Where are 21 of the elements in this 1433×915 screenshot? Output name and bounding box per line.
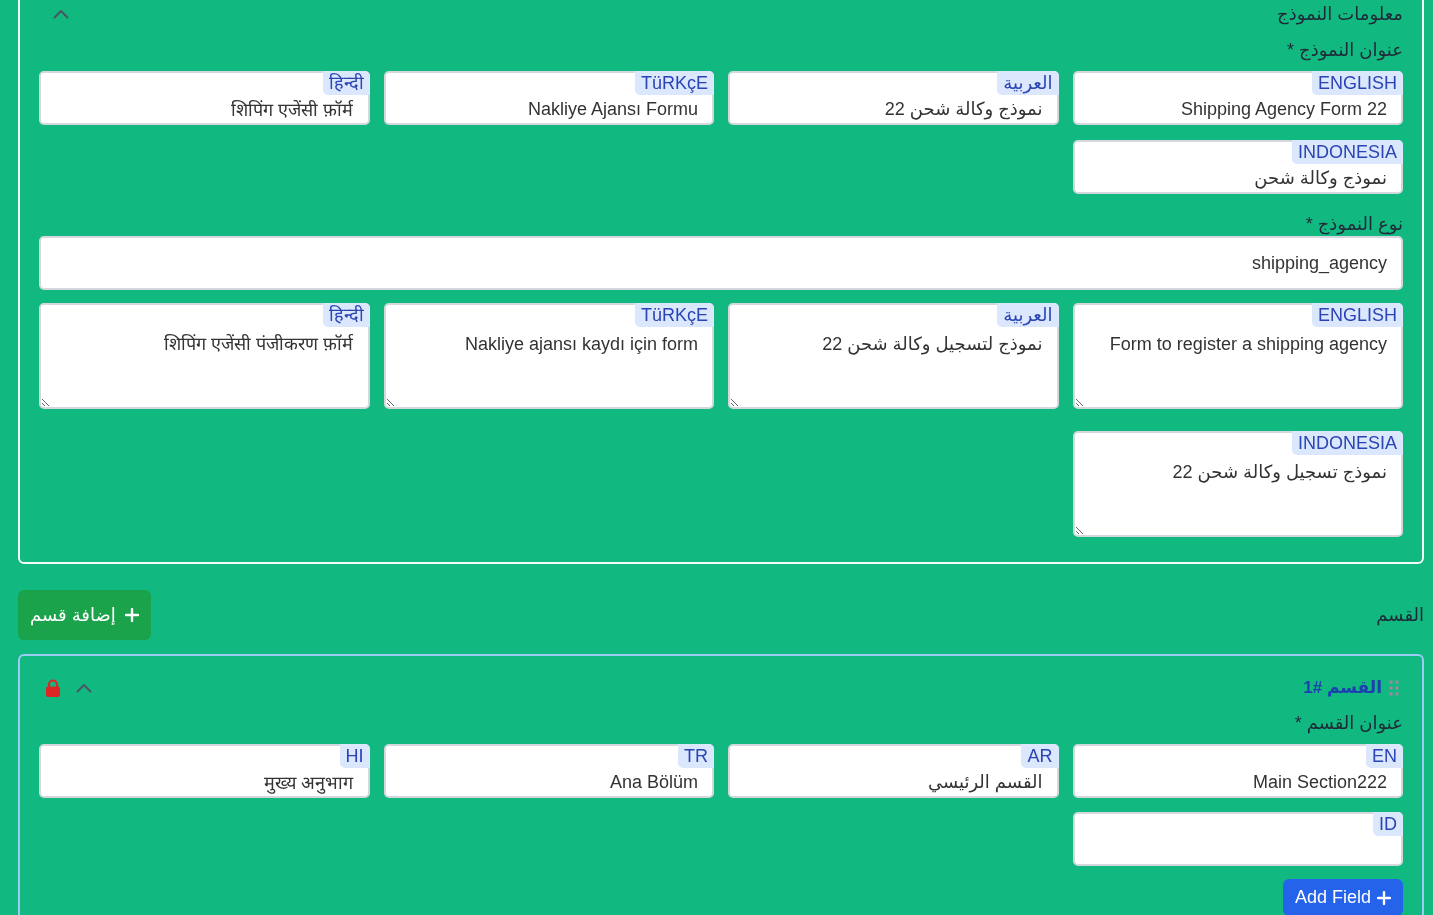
language-badge: हिन्दी bbox=[322, 303, 370, 327]
language-badge: EN bbox=[1366, 744, 1403, 768]
language-badge: ID bbox=[1373, 812, 1403, 836]
language-badge: TR bbox=[678, 744, 714, 768]
language-badge: INDONESIA bbox=[1291, 431, 1403, 455]
language-badge: AR bbox=[1021, 744, 1059, 768]
field-label: عنوان القسم * bbox=[1294, 712, 1403, 735]
field-label: نوع النموذج * bbox=[1305, 213, 1403, 236]
language-badge: TüRKçE bbox=[634, 71, 714, 95]
language-badge: HI bbox=[339, 744, 370, 768]
language-badge: العربية bbox=[997, 303, 1059, 327]
language-badge: INDONESIA bbox=[1291, 140, 1403, 164]
sections-label: القسم bbox=[1376, 604, 1424, 627]
language-badge: ENGLISH bbox=[1311, 71, 1403, 95]
field-label: عنوان النموذج * bbox=[1287, 39, 1403, 62]
form-info-title: معلومات النموذج bbox=[1277, 3, 1403, 26]
language-badge: हिन्दी bbox=[322, 71, 370, 95]
section-title: القسم #1 bbox=[1303, 677, 1382, 699]
language-badge: TüRKçE bbox=[634, 303, 714, 327]
language-badge: ENGLISH bbox=[1311, 303, 1403, 327]
language-badge: العربية bbox=[997, 71, 1059, 95]
